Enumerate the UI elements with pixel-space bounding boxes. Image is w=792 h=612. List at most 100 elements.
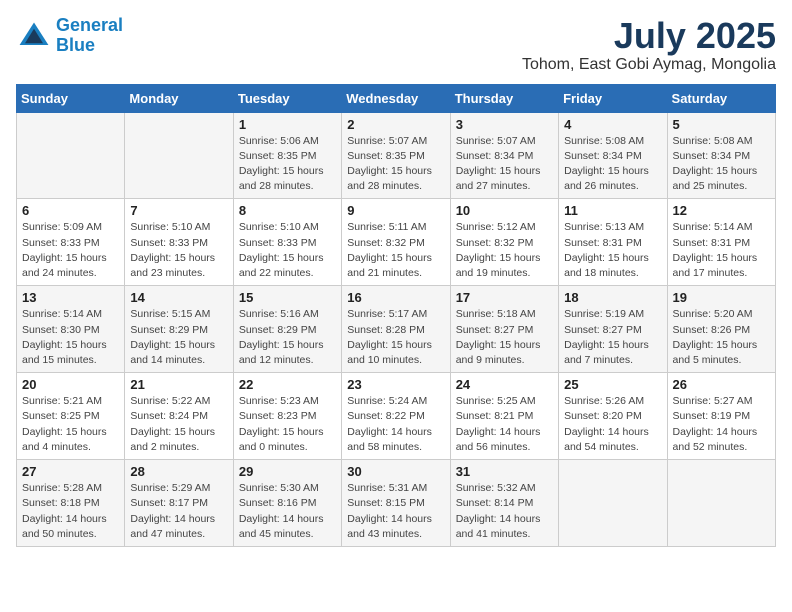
month-title: July 2025 bbox=[522, 16, 776, 56]
day-detail: Sunrise: 5:26 AM Sunset: 8:20 PM Dayligh… bbox=[564, 394, 661, 455]
day-number: 19 bbox=[673, 290, 770, 305]
day-detail: Sunrise: 5:15 AM Sunset: 8:29 PM Dayligh… bbox=[130, 307, 227, 368]
logo: General Blue bbox=[16, 16, 123, 56]
calendar-cell: 4 Sunrise: 5:08 AM Sunset: 8:34 PM Daylig… bbox=[559, 112, 667, 199]
day-number: 22 bbox=[239, 377, 336, 392]
day-number: 2 bbox=[347, 117, 444, 132]
calendar-cell: 12 Sunrise: 5:14 AM Sunset: 8:31 PM Dayli… bbox=[667, 199, 775, 286]
calendar-cell: 21Sunrise: 5:22 AM Sunset: 8:24 PM Dayli… bbox=[125, 373, 233, 460]
day-detail: Sunrise: 5:08 AM Sunset: 8:34 PM Dayligh… bbox=[564, 134, 661, 195]
calendar-week-row: 1Sunrise: 5:06 AM Sunset: 8:35 PM Daylig… bbox=[17, 112, 776, 199]
day-detail: Sunrise: 5:14 AM Sunset: 8:31 PM Dayligh… bbox=[673, 220, 770, 281]
calendar-cell: 14 Sunrise: 5:15 AM Sunset: 8:29 PM Dayli… bbox=[125, 286, 233, 373]
calendar-cell: 7 Sunrise: 5:10 AM Sunset: 8:33 PM Daylig… bbox=[125, 199, 233, 286]
weekday-header-row: SundayMondayTuesdayWednesdayThursdayFrid… bbox=[17, 84, 776, 112]
day-number: 6 bbox=[22, 203, 119, 218]
calendar-cell: 20 Sunrise: 5:21 AM Sunset: 8:25 PM Dayli… bbox=[17, 373, 125, 460]
calendar-cell: 18 Sunrise: 5:19 AM Sunset: 8:27 PM Dayli… bbox=[559, 286, 667, 373]
calendar-body: 1Sunrise: 5:06 AM Sunset: 8:35 PM Daylig… bbox=[17, 112, 776, 546]
day-detail: Sunrise: 5:07 AM Sunset: 8:35 PM Dayligh… bbox=[347, 134, 444, 195]
weekday-header-saturday: Saturday bbox=[667, 84, 775, 112]
calendar-week-row: 13Sunrise: 5:14 AM Sunset: 8:30 PM Dayli… bbox=[17, 286, 776, 373]
day-number: 9 bbox=[347, 203, 444, 218]
day-detail: Sunrise: 5:07 AM Sunset: 8:34 PM Dayligh… bbox=[456, 134, 553, 195]
day-number: 20 bbox=[22, 377, 119, 392]
calendar-cell: 30Sunrise: 5:31 AM Sunset: 8:15 PM Dayli… bbox=[342, 460, 450, 547]
calendar-cell: 1Sunrise: 5:06 AM Sunset: 8:35 PM Daylig… bbox=[233, 112, 341, 199]
day-number: 17 bbox=[456, 290, 553, 305]
day-number: 27 bbox=[22, 464, 119, 479]
day-detail: Sunrise: 5:10 AM Sunset: 8:33 PM Dayligh… bbox=[130, 220, 227, 281]
day-number: 14 bbox=[130, 290, 227, 305]
calendar-cell: 6 Sunrise: 5:09 AM Sunset: 8:33 PM Daylig… bbox=[17, 199, 125, 286]
day-detail: Sunrise: 5:06 AM Sunset: 8:35 PM Dayligh… bbox=[239, 134, 336, 195]
weekday-header-wednesday: Wednesday bbox=[342, 84, 450, 112]
weekday-header-tuesday: Tuesday bbox=[233, 84, 341, 112]
weekday-header-monday: Monday bbox=[125, 84, 233, 112]
calendar-cell: 8 Sunrise: 5:10 AM Sunset: 8:33 PM Daylig… bbox=[233, 199, 341, 286]
weekday-header-sunday: Sunday bbox=[17, 84, 125, 112]
title-area: July 2025 Tohom, East Gobi Aymag, Mongol… bbox=[522, 16, 776, 74]
calendar-cell: 16 Sunrise: 5:17 AM Sunset: 8:28 PM Dayli… bbox=[342, 286, 450, 373]
day-detail: Sunrise: 5:21 AM Sunset: 8:25 PM Dayligh… bbox=[22, 394, 119, 455]
calendar-week-row: 27Sunrise: 5:28 AM Sunset: 8:18 PM Dayli… bbox=[17, 460, 776, 547]
day-number: 18 bbox=[564, 290, 661, 305]
day-detail: Sunrise: 5:31 AM Sunset: 8:15 PM Dayligh… bbox=[347, 481, 444, 542]
day-detail: Sunrise: 5:11 AM Sunset: 8:32 PM Dayligh… bbox=[347, 220, 444, 281]
day-number: 7 bbox=[130, 203, 227, 218]
day-number: 31 bbox=[456, 464, 553, 479]
logo-icon bbox=[16, 18, 52, 54]
page-header: General Blue July 2025 Tohom, East Gobi … bbox=[16, 16, 776, 74]
calendar-cell: 27Sunrise: 5:28 AM Sunset: 8:18 PM Dayli… bbox=[17, 460, 125, 547]
calendar-cell: 23 Sunrise: 5:24 AM Sunset: 8:22 PM Dayli… bbox=[342, 373, 450, 460]
calendar-cell bbox=[667, 460, 775, 547]
calendar-cell bbox=[559, 460, 667, 547]
day-number: 5 bbox=[673, 117, 770, 132]
calendar-cell: 5Sunrise: 5:08 AM Sunset: 8:34 PM Daylig… bbox=[667, 112, 775, 199]
calendar-cell: 22 Sunrise: 5:23 AM Sunset: 8:23 PM Dayli… bbox=[233, 373, 341, 460]
day-number: 8 bbox=[239, 203, 336, 218]
day-detail: Sunrise: 5:29 AM Sunset: 8:17 PM Dayligh… bbox=[130, 481, 227, 542]
calendar-table: SundayMondayTuesdayWednesdayThursdayFrid… bbox=[16, 84, 776, 547]
day-detail: Sunrise: 5:23 AM Sunset: 8:23 PM Dayligh… bbox=[239, 394, 336, 455]
day-number: 15 bbox=[239, 290, 336, 305]
calendar-cell: 19Sunrise: 5:20 AM Sunset: 8:26 PM Dayli… bbox=[667, 286, 775, 373]
calendar-cell: 24Sunrise: 5:25 AM Sunset: 8:21 PM Dayli… bbox=[450, 373, 558, 460]
calendar-cell: 17 Sunrise: 5:18 AM Sunset: 8:27 PM Dayli… bbox=[450, 286, 558, 373]
day-detail: Sunrise: 5:18 AM Sunset: 8:27 PM Dayligh… bbox=[456, 307, 553, 368]
day-number: 23 bbox=[347, 377, 444, 392]
calendar-cell bbox=[17, 112, 125, 199]
calendar-cell: 3 Sunrise: 5:07 AM Sunset: 8:34 PM Daylig… bbox=[450, 112, 558, 199]
day-detail: Sunrise: 5:30 AM Sunset: 8:16 PM Dayligh… bbox=[239, 481, 336, 542]
day-detail: Sunrise: 5:09 AM Sunset: 8:33 PM Dayligh… bbox=[22, 220, 119, 281]
day-detail: Sunrise: 5:24 AM Sunset: 8:22 PM Dayligh… bbox=[347, 394, 444, 455]
day-number: 10 bbox=[456, 203, 553, 218]
day-number: 12 bbox=[673, 203, 770, 218]
day-detail: Sunrise: 5:19 AM Sunset: 8:27 PM Dayligh… bbox=[564, 307, 661, 368]
day-number: 11 bbox=[564, 203, 661, 218]
calendar-cell: 31 Sunrise: 5:32 AM Sunset: 8:14 PM Dayli… bbox=[450, 460, 558, 547]
day-detail: Sunrise: 5:14 AM Sunset: 8:30 PM Dayligh… bbox=[22, 307, 119, 368]
day-detail: Sunrise: 5:27 AM Sunset: 8:19 PM Dayligh… bbox=[673, 394, 770, 455]
weekday-header-thursday: Thursday bbox=[450, 84, 558, 112]
day-number: 26 bbox=[673, 377, 770, 392]
day-detail: Sunrise: 5:12 AM Sunset: 8:32 PM Dayligh… bbox=[456, 220, 553, 281]
calendar-cell: 13Sunrise: 5:14 AM Sunset: 8:30 PM Dayli… bbox=[17, 286, 125, 373]
day-number: 3 bbox=[456, 117, 553, 132]
day-number: 16 bbox=[347, 290, 444, 305]
day-detail: Sunrise: 5:13 AM Sunset: 8:31 PM Dayligh… bbox=[564, 220, 661, 281]
day-number: 28 bbox=[130, 464, 227, 479]
calendar-cell: 2 Sunrise: 5:07 AM Sunset: 8:35 PM Daylig… bbox=[342, 112, 450, 199]
weekday-header-friday: Friday bbox=[559, 84, 667, 112]
calendar-cell: 26 Sunrise: 5:27 AM Sunset: 8:19 PM Dayli… bbox=[667, 373, 775, 460]
day-detail: Sunrise: 5:10 AM Sunset: 8:33 PM Dayligh… bbox=[239, 220, 336, 281]
day-number: 24 bbox=[456, 377, 553, 392]
day-detail: Sunrise: 5:17 AM Sunset: 8:28 PM Dayligh… bbox=[347, 307, 444, 368]
calendar-cell: 15Sunrise: 5:16 AM Sunset: 8:29 PM Dayli… bbox=[233, 286, 341, 373]
calendar-week-row: 6 Sunrise: 5:09 AM Sunset: 8:33 PM Daylig… bbox=[17, 199, 776, 286]
calendar-cell: 10 Sunrise: 5:12 AM Sunset: 8:32 PM Dayli… bbox=[450, 199, 558, 286]
calendar-cell: 25Sunrise: 5:26 AM Sunset: 8:20 PM Dayli… bbox=[559, 373, 667, 460]
calendar-week-row: 20 Sunrise: 5:21 AM Sunset: 8:25 PM Dayli… bbox=[17, 373, 776, 460]
day-number: 4 bbox=[564, 117, 661, 132]
day-detail: Sunrise: 5:32 AM Sunset: 8:14 PM Dayligh… bbox=[456, 481, 553, 542]
